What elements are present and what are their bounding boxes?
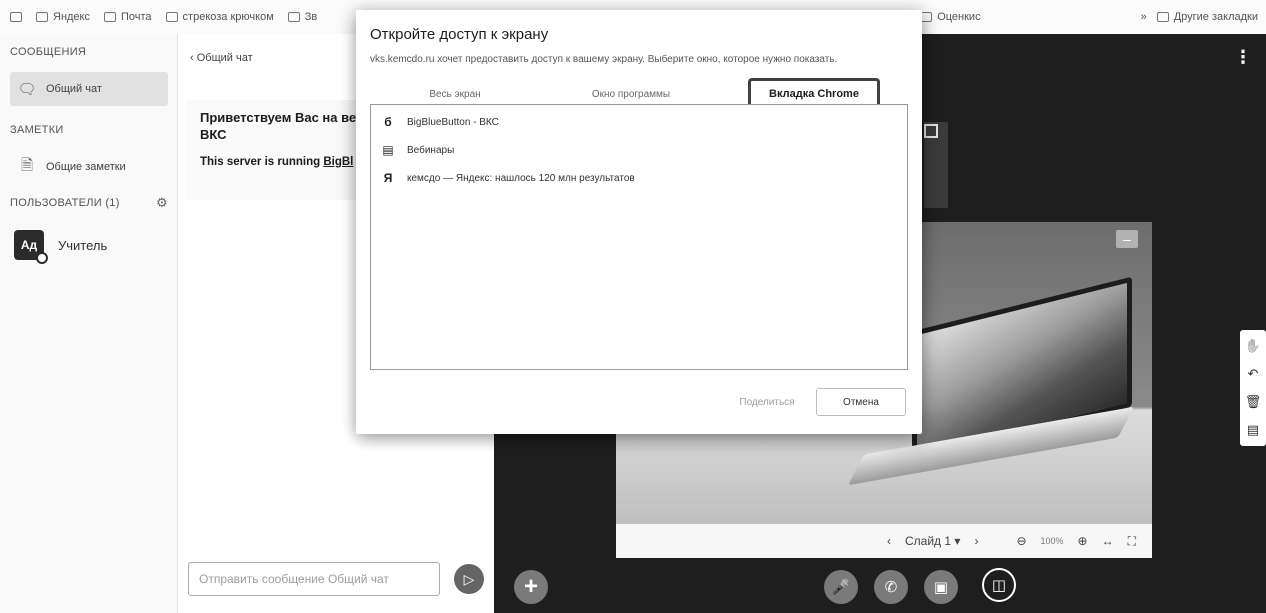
bigbluebutton-icon: б bbox=[384, 115, 392, 129]
apps-icon bbox=[10, 12, 22, 22]
yandex-icon: Я bbox=[383, 171, 393, 185]
prev-slide-button[interactable]: ‹ bbox=[887, 534, 891, 548]
note-icon: 🗎 bbox=[20, 156, 34, 174]
undo-icon[interactable]: ↶ bbox=[1248, 366, 1259, 382]
plus-icon: + bbox=[523, 573, 538, 600]
fit-width-button[interactable]: ↔ bbox=[1102, 534, 1114, 548]
actions-plus-button[interactable]: + bbox=[514, 570, 548, 604]
sidebar-item-shared-notes[interactable]: 🗎 Общие заметки bbox=[10, 150, 168, 184]
folder-icon bbox=[1156, 12, 1169, 22]
user-list-item[interactable]: Ад Учитель bbox=[14, 230, 108, 264]
zoom-in-button[interactable]: ⊕ bbox=[1078, 534, 1088, 548]
share-button[interactable]: Поделиться bbox=[726, 388, 808, 416]
chevron-left-icon: ‹ bbox=[190, 52, 194, 64]
share-screen-dialog: Откройте доступ к экрану vks.kemcdo.ru х… bbox=[356, 10, 922, 434]
audio-button[interactable]: ✆ bbox=[874, 570, 908, 604]
chat-back-button[interactable]: ‹ Общий чат bbox=[190, 52, 253, 64]
gear-icon[interactable]: ⚙ bbox=[156, 195, 168, 211]
fullscreen-button[interactable]: ⛶ bbox=[1128, 534, 1136, 549]
caret-down-icon: ▾ bbox=[954, 534, 961, 548]
messages-header: СООБЩЕНИЯ bbox=[10, 46, 87, 58]
sidebar-item-public-chat[interactable]: 🗨 Общий чат bbox=[10, 72, 168, 106]
chat-message-input[interactable]: Отправить сообщение Общий чат bbox=[188, 562, 440, 596]
zoom-level: 100% bbox=[1040, 536, 1064, 546]
slide-controls: ‹ Слайд 1 ▾ › ⊖ 100% ⊕ ↔ ⛶ bbox=[616, 524, 1152, 558]
server-link[interactable]: BigBl bbox=[323, 156, 353, 168]
avatar: Ад bbox=[14, 230, 48, 264]
camera-icon: ▣ bbox=[933, 579, 949, 596]
share-screen-button[interactable]: ◫ bbox=[982, 568, 1016, 602]
bookmark-apps[interactable] bbox=[10, 12, 22, 22]
bookmark-other[interactable]: Другие закладки bbox=[1156, 11, 1258, 23]
multi-user-whiteboard-icon[interactable]: ▤ bbox=[1247, 422, 1259, 438]
cancel-button[interactable]: Отмена bbox=[816, 388, 906, 416]
send-button[interactable]: ▷ bbox=[454, 564, 484, 594]
next-slide-button[interactable]: › bbox=[974, 534, 978, 548]
bookmark-icon bbox=[165, 12, 178, 22]
presenter-badge-icon bbox=[36, 252, 48, 264]
resize-corner-icon[interactable] bbox=[924, 124, 938, 138]
list-item[interactable]: Я кемсдо — Яндекс: нашлось 120 млн резул… bbox=[381, 171, 635, 185]
bookmark-yandex[interactable]: Яндекс bbox=[36, 11, 90, 23]
bookmark-icon bbox=[287, 12, 300, 22]
phone-icon: ✆ bbox=[884, 579, 898, 596]
microphone-icon: 🎤 bbox=[831, 579, 851, 596]
list-item[interactable]: б BigBlueButton - ВКС bbox=[381, 115, 499, 129]
users-header: ПОЛЬЗОВАТЕЛИ (1) bbox=[10, 197, 120, 209]
minimize-presentation-button[interactable]: – bbox=[1116, 230, 1138, 248]
bookmark-ocenki[interactable]: Оценкис bbox=[920, 11, 981, 23]
yandex-icon bbox=[36, 12, 48, 22]
dialog-subtitle: vks.kemcdo.ru хочет предоставить доступ … bbox=[370, 54, 838, 65]
send-icon: ▷ bbox=[463, 570, 475, 587]
user-list-panel: СООБЩЕНИЯ 🗨 Общий чат ЗАМЕТКИ 🗎 Общие за… bbox=[0, 34, 178, 613]
trash-icon[interactable]: 🗑 bbox=[1245, 394, 1262, 410]
hand-tool-icon[interactable]: ✋ bbox=[1245, 338, 1261, 354]
notes-header: ЗАМЕТКИ bbox=[10, 124, 64, 136]
document-icon: ▤ bbox=[382, 143, 394, 157]
bookmark-zv[interactable]: Зв bbox=[287, 11, 317, 23]
dialog-title: Откройте доступ к экрану bbox=[370, 26, 549, 43]
chat-icon: 🗨 bbox=[17, 81, 37, 98]
screenshare-icon: ◫ bbox=[991, 577, 1007, 594]
bookmark-crochet[interactable]: стрекоза крючком bbox=[165, 11, 274, 23]
bookmark-mail[interactable]: Почта bbox=[104, 11, 152, 23]
mute-button[interactable]: 🎤 bbox=[824, 570, 858, 604]
mail-icon bbox=[104, 12, 116, 22]
slide-select[interactable]: Слайд 1 ▾ bbox=[905, 534, 960, 548]
more-options-icon[interactable]: ⋮ bbox=[1234, 48, 1252, 66]
zoom-out-button[interactable]: ⊖ bbox=[1016, 534, 1026, 548]
whiteboard-toolbar: ✋ ↶ 🗑 ▤ bbox=[1240, 330, 1266, 446]
share-source-list: б BigBlueButton - ВКС ▤ Вебинары Я кемсд… bbox=[370, 104, 908, 370]
user-name: Учитель bbox=[58, 237, 108, 253]
list-item[interactable]: ▤ Вебинары bbox=[381, 143, 454, 157]
bookmarks-overflow-button[interactable]: » bbox=[1141, 11, 1147, 23]
video-button[interactable]: ▣ bbox=[924, 570, 958, 604]
